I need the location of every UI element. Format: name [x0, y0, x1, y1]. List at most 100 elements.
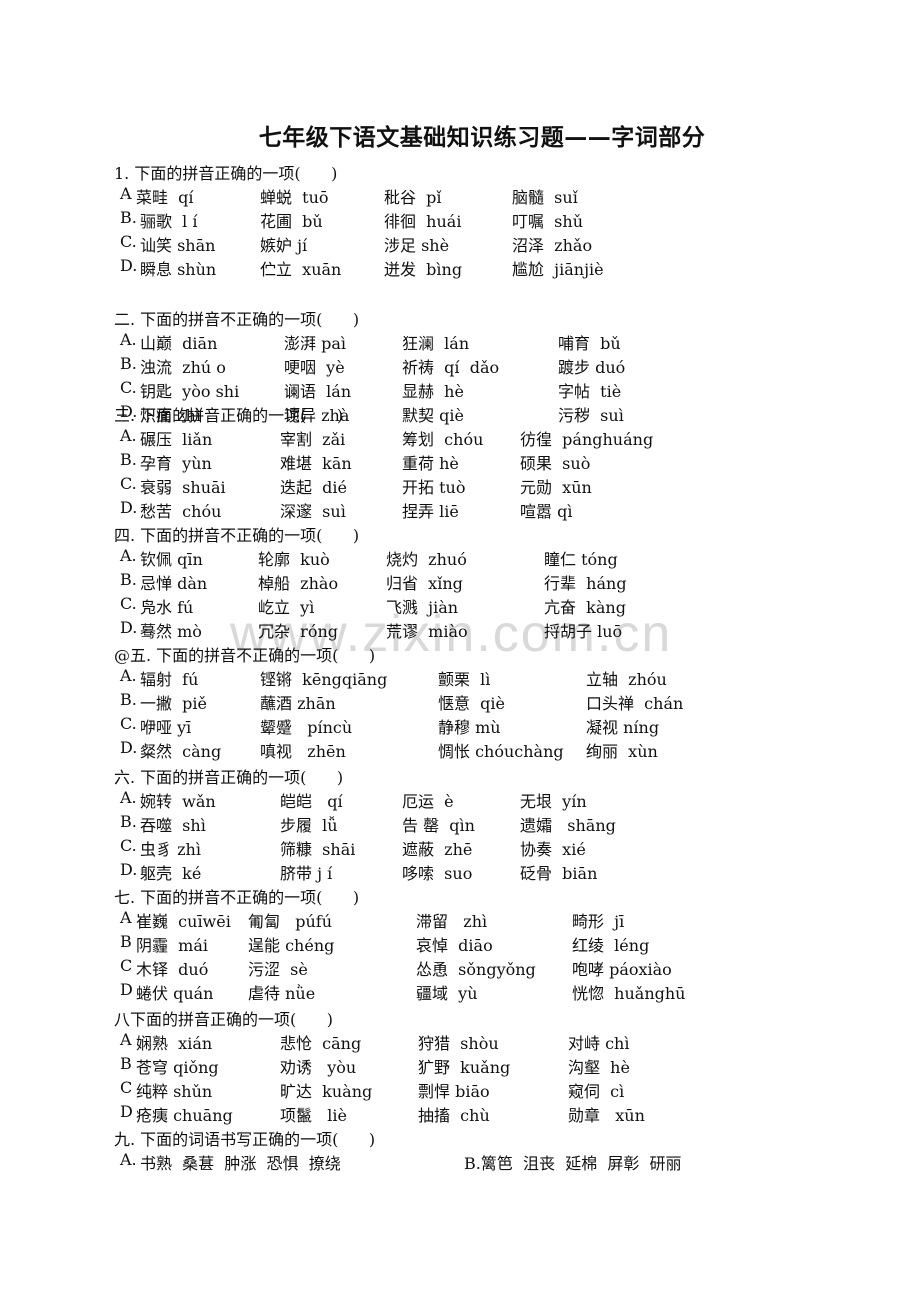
option-item: 哺育 bǔ [558, 334, 621, 353]
option-item: 劝诱 yòu [280, 1058, 357, 1077]
option-item: B.篱笆 沮丧 延棉 屏彰 研丽 [464, 1154, 682, 1173]
option-row: A. 书熟 桑葚 肿涨 恐惧 撩绕 B.篱笆 沮丧 延棉 屏彰 研丽 [120, 1150, 800, 1173]
option-label: A. [120, 546, 137, 565]
option-item: 默契 qiè [402, 406, 464, 425]
option-item: 粲然 càng [140, 742, 222, 761]
option-item: 哆嗦 suo [402, 864, 473, 883]
option-item: 瞳仁 tóng [544, 550, 618, 569]
option-item: 协奏 xié [520, 840, 586, 859]
option-item: 飞溅 jiàn [386, 598, 459, 617]
option-label: C. [120, 594, 137, 613]
option-item: 亢奋 kàng [544, 598, 626, 617]
option-item: 静穆 mù [438, 718, 501, 737]
option-row: A 崔巍 cuīwēi 匍匐 púfú 滞留 zhì 畸形 jī [120, 908, 800, 931]
option-item: 恍惚 huǎnghū [572, 984, 686, 1003]
option-item: 逞能 chéng [248, 936, 335, 955]
option-item: 叮嘱 shǔ [512, 212, 583, 231]
option-item: 彷徨 pánghuáng [520, 430, 654, 449]
option-item: 木铎 duó [136, 960, 209, 979]
option-row: B. 忌惮 dàn 棹船 zhào 归省 xǐng 行辈 háng [120, 570, 800, 593]
option-item: 辐射 fú [140, 670, 199, 689]
question-heading: 1. 下面的拼音正确的一项( ) [114, 164, 338, 183]
option-item: 勋章 xūn [568, 1106, 645, 1125]
option-item: 口头禅 chán [586, 694, 684, 713]
option-label: C [120, 956, 133, 975]
option-item: 躯壳 ké [140, 864, 202, 883]
option-item: 狂澜 lán [402, 334, 470, 353]
option-label: D. [120, 256, 138, 275]
option-item: 忌惮 dàn [140, 574, 208, 593]
option-item: 浊流 zhú o [140, 358, 226, 377]
question-heading: 三. 下面的拼音正确的一项( ) [114, 406, 344, 425]
option-row: C. 虫豸 zhì 筛糠 shāi 遮蔽 zhē 协奏 xié [120, 836, 800, 859]
option-row: D 疮痍 chuāng 项鬣 liè 抽搐 chù 勋章 xūn [120, 1102, 800, 1125]
option-item: 惆怅 chóuchàng [438, 742, 564, 761]
option-row: A. 婉转 wǎn 皑皑 qí 厄运 è 无垠 yín [120, 788, 800, 811]
option-item: 颦蹙 píncù [260, 718, 353, 737]
option-item: 凝视 níng [586, 718, 660, 737]
option-item: 宰割 zǎi [280, 430, 346, 449]
option-item: 旷达 kuàng [280, 1082, 373, 1101]
question-heading: 六. 下面的拼音正确的一项( ) [114, 768, 344, 787]
option-item: 污秽 suì [558, 406, 624, 425]
page-title: 七年级下语文基础知识练习题——字词部分 [258, 125, 706, 151]
option-row: B. 孕育 yùn 难堪 kān 重荷 hè 硕果 suò [120, 450, 800, 473]
option-item: 对峙 chì [568, 1034, 630, 1053]
option-item: 棹船 zhào [258, 574, 339, 593]
option-label: B. [120, 690, 137, 709]
option-item: 字帖 tiè [558, 382, 622, 401]
option-item: 脑髓 suǐ [512, 188, 578, 207]
option-item: 剽悍 biāo [418, 1082, 490, 1101]
option-item: 山巅 diān [140, 334, 218, 353]
option-item: 蓦然 mò [140, 622, 202, 641]
option-row: C. 衰弱 shuāi 迭起 dié 开拓 tuò 元勋 xūn [120, 474, 800, 497]
option-item: 元勋 xūn [520, 478, 592, 497]
option-label: A. [120, 426, 137, 445]
option-item: 喧嚣 qì [520, 502, 573, 521]
option-label: A [120, 1030, 132, 1049]
option-item: 狩猎 shòu [418, 1034, 499, 1053]
option-row: C 木铎 duó 污涩 sè 怂恿 sǒngyǒng 咆哮 páoxiào [120, 956, 800, 979]
option-item: 脐带 j í [280, 864, 333, 883]
option-item: 项鬣 liè [280, 1106, 347, 1125]
option-label: D. [120, 860, 138, 879]
option-label: C. [120, 474, 137, 493]
option-item: 崔巍 cuīwēi [136, 912, 231, 931]
option-item: 蝉蜕 tuō [260, 188, 329, 207]
option-item: 步履 lǚ [280, 816, 338, 835]
option-label: A [120, 908, 132, 927]
option-item: 咆哮 páoxiào [572, 960, 672, 979]
option-label: D. [120, 738, 138, 757]
option-item: 冗杂 róng [258, 622, 339, 641]
option-item: 屹立 yì [258, 598, 315, 617]
option-item: 归省 xǐng [386, 574, 463, 593]
option-item: 捏弄 liē [402, 502, 459, 521]
option-item: 一撇 piě [140, 694, 208, 713]
option-label: C. [120, 836, 137, 855]
option-label: B. [120, 812, 137, 831]
option-item: 畸形 jī [572, 912, 625, 931]
option-item: 污涩 sè [248, 960, 308, 979]
option-item: 筛糠 shāi [280, 840, 356, 859]
option-item: 烧灼 zhuó [386, 550, 467, 569]
option-item: 匍匐 púfú [248, 912, 333, 931]
option-item: 澎湃 paì [284, 334, 346, 353]
option-item: 沟壑 hè [568, 1058, 630, 1077]
option-row: B. 一撇 piě 蘸酒 zhān 惬意 qiè 口头禅 chán [120, 690, 800, 713]
option-row: B. 浊流 zhú o 哽咽 yè 祈祷 qí dǎo 踱步 duó [120, 354, 800, 377]
option-item: 厄运 è [402, 792, 454, 811]
option-label: D. [120, 618, 138, 637]
option-item: 踱步 duó [558, 358, 626, 377]
option-label: A. [120, 330, 137, 349]
option-item: 婉转 wǎn [140, 792, 216, 811]
option-item: 虐待 nǜe [248, 984, 316, 1003]
option-item: 告 罄 qìn [402, 816, 475, 835]
option-row: C. 咿哑 yī 颦蹙 píncù 静穆 mù 凝视 níng [120, 714, 800, 737]
option-item: 立轴 zhóu [586, 670, 667, 689]
option-label: B. [120, 450, 137, 469]
option-row: C. 凫水 fú 屹立 yì 飞溅 jiàn 亢奋 kàng [120, 594, 800, 617]
option-item: 瞬息 shùn [140, 260, 217, 279]
option-row: B. 骊歌 l í 花圃 bǔ 徘徊 huái 叮嘱 shǔ [120, 208, 800, 231]
option-label: B. [120, 208, 137, 227]
option-row: C 纯粹 shǔn 旷达 kuàng 剽悍 biāo 窥伺 cì [120, 1078, 800, 1101]
